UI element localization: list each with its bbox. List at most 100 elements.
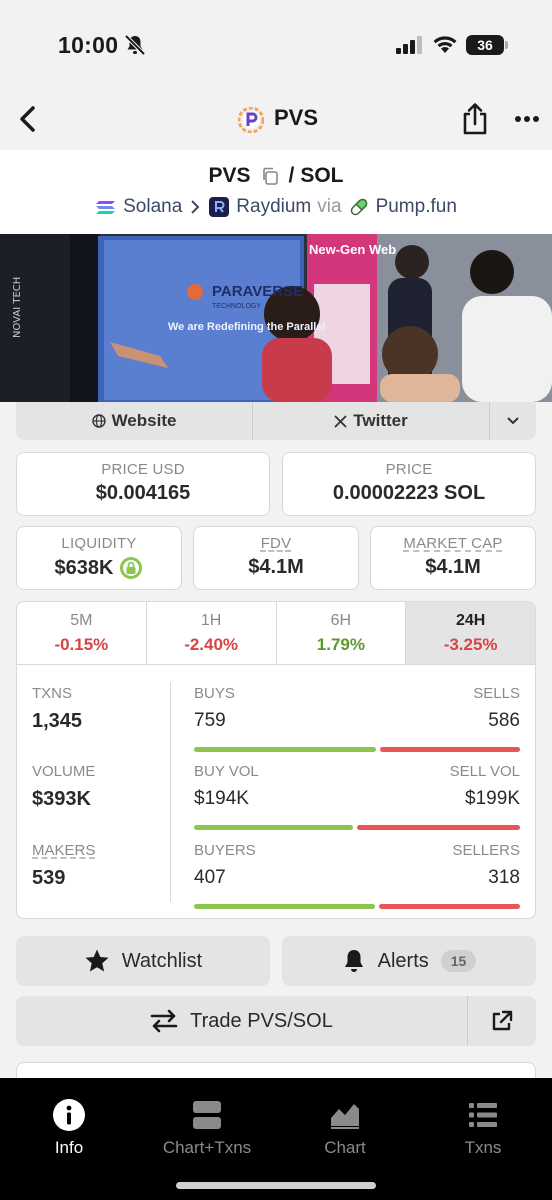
- copy-icon[interactable]: [261, 167, 279, 185]
- nav-bar: PVS: [0, 90, 552, 150]
- pair-route: Solana Raydium via Pump.fun: [0, 196, 552, 218]
- tab-txns[interactable]: Txns: [414, 1098, 552, 1158]
- pill-launchpad-icon: [350, 198, 367, 216]
- more-links-dropdown[interactable]: [490, 402, 536, 440]
- bell-muted-icon: [124, 34, 146, 56]
- back-chevron-icon[interactable]: [16, 104, 40, 134]
- via-label: via: [317, 196, 342, 217]
- makers-metric: MAKERS 539: [32, 842, 95, 890]
- tab-chart-txns[interactable]: Chart+Txns: [138, 1098, 276, 1158]
- stats-divider: [170, 682, 171, 902]
- token-logo-icon: [238, 107, 264, 133]
- base-symbol: PVS: [208, 164, 251, 187]
- alerts-count-badge: 15: [440, 950, 477, 972]
- makers-label[interactable]: MAKERS: [32, 842, 95, 859]
- buy-vol-value: $194K: [194, 788, 249, 809]
- tab-1h[interactable]: 1H -2.40%: [147, 602, 277, 664]
- alerts-button[interactable]: Alerts 15: [282, 936, 536, 986]
- lock-icon[interactable]: [119, 556, 143, 580]
- swap-arrows-icon: [150, 1009, 178, 1033]
- sells-label: SELLS: [473, 685, 520, 702]
- sell-vol-bar: [357, 825, 520, 830]
- tab-label: 1H: [200, 612, 222, 629]
- banner-tagline: We are Redefining the Parallel: [168, 321, 326, 333]
- cellular-signal-icon: [396, 36, 422, 54]
- txns-metric: TXNS 1,345: [32, 685, 82, 733]
- trade-label: Trade PVS/SOL: [190, 1009, 333, 1032]
- sell-vol-value: $199K: [465, 788, 520, 809]
- sells-value: 586: [488, 710, 520, 731]
- watchlist-label: Watchlist: [121, 949, 203, 972]
- tab-24h[interactable]: 24H -3.25%: [406, 602, 535, 664]
- buys-bar: [194, 747, 376, 752]
- txns-label: TXNS: [32, 685, 73, 702]
- buys-label: BUYS: [194, 685, 235, 702]
- market-cap-value: $4.1M: [425, 556, 481, 578]
- buys-value: 759: [194, 710, 226, 731]
- pair-title: PVS / SOL: [0, 164, 552, 188]
- twitter-label: Twitter: [353, 411, 408, 430]
- raydium-dex-icon: [209, 197, 230, 217]
- pair-info-content: Website Twitter PRICE USD $0.004165 PRIC…: [0, 402, 552, 1092]
- banner-side-text: NOVAI TECH: [12, 277, 23, 338]
- liquidity-label: LIQUIDITY: [61, 535, 137, 552]
- price-usd-card: PRICE USD $0.004165: [16, 452, 270, 516]
- tab-label: 24H: [455, 612, 486, 629]
- sellers-bar: [378, 904, 520, 909]
- sellers-label: SELLERS: [452, 842, 520, 859]
- banner-brand-sub: TECHNOLOGY: [212, 303, 261, 310]
- twitter-link[interactable]: Twitter: [253, 402, 490, 440]
- tab-label: 6H: [330, 612, 352, 629]
- fdv-label[interactable]: FDV: [261, 535, 292, 552]
- tab-change: -3.25%: [443, 635, 498, 654]
- social-links-bar: Website Twitter: [16, 402, 536, 440]
- tab-chart[interactable]: Chart: [276, 1098, 414, 1158]
- buyers-sellers-row: BUYERS SELLERS 407 318: [194, 842, 520, 909]
- nav-title: PVS: [274, 105, 319, 130]
- liquidity-value: $638K: [54, 556, 114, 579]
- tab-change: -0.15%: [54, 635, 109, 654]
- pair-header: PVS / SOL Solana Raydium via Pump.fun: [0, 150, 552, 234]
- makers-value: 539: [32, 867, 66, 889]
- tab-info[interactable]: Info: [0, 1098, 138, 1158]
- price-native-card: PRICE 0.00002223 SOL: [282, 452, 536, 516]
- tab-6h[interactable]: 6H 1.79%: [277, 602, 407, 664]
- token-banner-image: NOVAI TECH PARAVERSE TECHNOLOGY We are R…: [0, 234, 552, 402]
- launchpad-name[interactable]: Pump.fun: [376, 196, 457, 218]
- fdv-card: FDV $4.1M: [193, 526, 359, 590]
- solana-chain-icon: [96, 201, 116, 214]
- quote-symbol: SOL: [300, 164, 344, 187]
- tab-change: -2.40%: [184, 635, 239, 654]
- market-cap-card: MARKET CAP $4.1M: [370, 526, 536, 590]
- buys-sells-row: BUYS SELLS 759 586: [194, 685, 520, 752]
- split-panel-icon: [193, 1101, 221, 1129]
- price-usd-label: PRICE USD: [101, 461, 185, 478]
- info-icon: [53, 1099, 85, 1131]
- alerts-label: Alerts: [377, 949, 429, 972]
- star-icon: [85, 949, 109, 972]
- tab-5m[interactable]: 5M -0.15%: [17, 602, 147, 664]
- chain-name[interactable]: Solana: [123, 196, 182, 218]
- price-usd-value: $0.004165: [95, 482, 191, 504]
- share-icon[interactable]: [460, 102, 490, 136]
- liquidity-card: LIQUIDITY $638K: [16, 526, 182, 590]
- sell-vol-label: SELL VOL: [449, 763, 520, 780]
- pair-separator: /: [288, 164, 295, 187]
- sells-bar: [379, 747, 520, 752]
- status-bar: 10:00 36: [0, 0, 552, 90]
- battery-nub: [505, 41, 508, 49]
- buy-vol-bar: [194, 825, 354, 830]
- battery-indicator: 36: [466, 35, 504, 55]
- status-time: 10:00: [58, 32, 119, 58]
- open-external-button[interactable]: [468, 996, 536, 1046]
- volume-label: VOLUME: [32, 763, 96, 780]
- watchlist-button[interactable]: Watchlist: [16, 936, 270, 986]
- more-options-icon[interactable]: [514, 114, 540, 124]
- website-link[interactable]: Website: [16, 402, 253, 440]
- dex-name[interactable]: Raydium: [236, 196, 311, 218]
- area-chart-icon: [331, 1104, 359, 1129]
- market-cap-label[interactable]: MARKET CAP: [403, 535, 502, 552]
- trade-button[interactable]: Trade PVS/SOL: [16, 996, 468, 1046]
- buyers-label: BUYERS: [194, 842, 256, 859]
- banner-poster-title: New-Gen Web: [309, 242, 396, 257]
